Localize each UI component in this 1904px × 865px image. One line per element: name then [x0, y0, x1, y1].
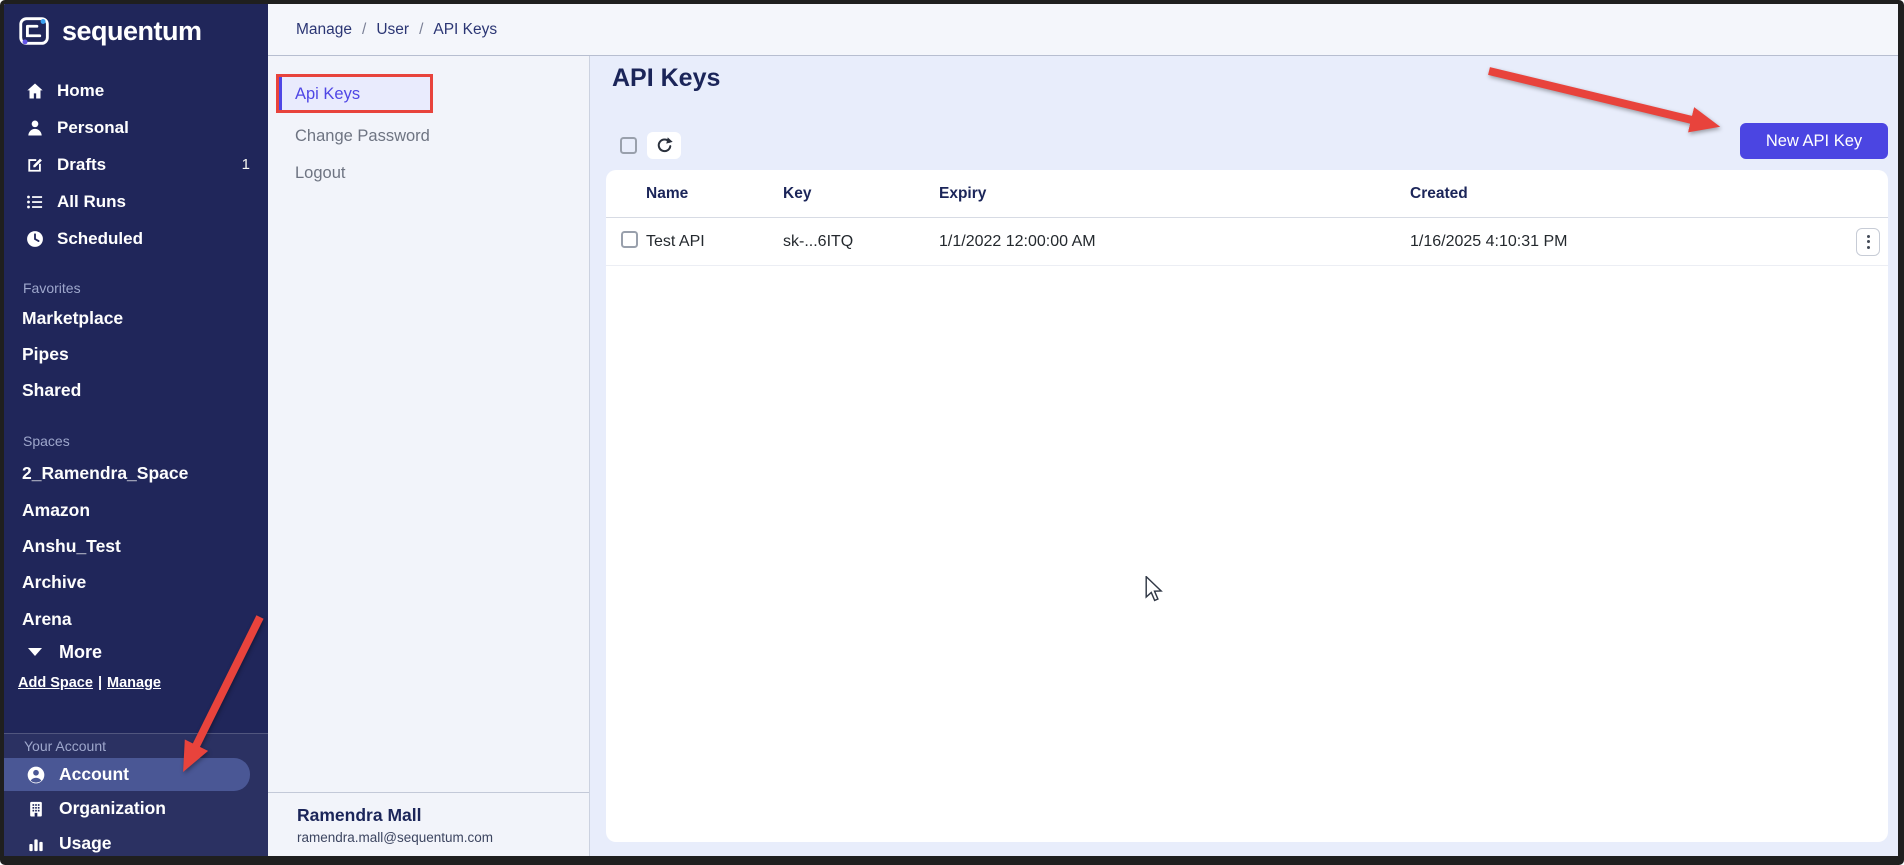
sidebar-item-label: Usage: [59, 833, 112, 854]
breadcrumb-separator: /: [362, 21, 366, 39]
cell-created: 1/16/2025 4:10:31 PM: [1410, 233, 1856, 251]
sidebar-item-drafts[interactable]: Drafts 1: [4, 146, 268, 183]
settings-panel: Api Keys Change Password Logout Ramendra…: [268, 56, 590, 856]
drafts-icon: [25, 155, 45, 175]
sidebar-item-marketplace[interactable]: Marketplace: [4, 300, 268, 336]
app-window: sequentum Home Personal Drafts 1: [4, 4, 1898, 856]
sidebar-item-label: Personal: [57, 118, 129, 138]
space-links: Add Space | Manage: [18, 675, 161, 691]
sidebar-item-pipes[interactable]: Pipes: [4, 336, 268, 372]
spaces-section-label: Spaces: [23, 433, 70, 449]
manage-spaces-link[interactable]: Manage: [107, 675, 161, 691]
column-header-key[interactable]: Key: [783, 185, 939, 203]
menu-item-logout[interactable]: Logout: [278, 155, 518, 191]
sidebar-item-space[interactable]: Anshu_Test: [4, 528, 268, 564]
sidebar-item-label: Drafts: [57, 155, 106, 175]
refresh-button[interactable]: [647, 132, 681, 159]
sidebar-item-label: Account: [59, 764, 129, 785]
link-separator: |: [98, 675, 102, 691]
sidebar-item-space[interactable]: Archive: [4, 564, 268, 600]
person-icon: [25, 118, 45, 138]
sidebar-item-scheduled[interactable]: Scheduled: [4, 220, 268, 257]
cell-name: Test API: [646, 233, 783, 251]
your-account-section: Your Account Account Organization Usage: [4, 733, 268, 856]
sidebar-item-organization[interactable]: Organization: [4, 792, 166, 825]
home-icon: [25, 81, 45, 101]
sidebar-item-label: Scheduled: [57, 229, 143, 249]
your-account-label: Your Account: [24, 738, 106, 754]
page-title: API Keys: [612, 64, 720, 93]
breadcrumb-user[interactable]: User: [376, 21, 409, 39]
clock-icon: [25, 229, 45, 249]
user-email: ramendra.mall@sequentum.com: [297, 830, 589, 845]
chevron-down-icon: [28, 648, 42, 656]
user-name: Ramendra Mall: [297, 805, 589, 826]
column-header-expiry[interactable]: Expiry: [939, 185, 1410, 203]
sidebar-item-space[interactable]: 2_Ramendra_Space: [4, 455, 268, 491]
sidebar-item-home[interactable]: Home: [4, 72, 268, 109]
drafts-count-badge: 1: [242, 156, 250, 173]
screenshot-frame: sequentum Home Personal Drafts 1: [0, 0, 1904, 865]
sidebar-item-space[interactable]: Arena: [4, 601, 268, 637]
sidebar-item-space[interactable]: Amazon: [4, 492, 268, 528]
select-all-checkbox[interactable]: [620, 137, 637, 154]
column-header-name[interactable]: Name: [646, 185, 783, 203]
sidebar-nav: Home Personal Drafts 1 All Runs: [4, 72, 268, 257]
menu-item-api-keys[interactable]: Api Keys: [278, 76, 431, 112]
row-actions-kebab-button[interactable]: [1856, 228, 1880, 256]
logo: sequentum: [16, 12, 202, 50]
sidebar: sequentum Home Personal Drafts 1: [4, 4, 268, 856]
add-space-link[interactable]: Add Space: [18, 675, 93, 691]
sidebar-item-label: Organization: [59, 798, 166, 819]
api-keys-table: Name Key Expiry Created Test API sk-...6…: [606, 170, 1888, 842]
cell-expiry: 1/1/2022 12:00:00 AM: [939, 233, 1410, 251]
sidebar-item-personal[interactable]: Personal: [4, 109, 268, 146]
breadcrumb-api-keys[interactable]: API Keys: [433, 21, 497, 39]
logo-text: sequentum: [62, 16, 202, 47]
row-checkbox[interactable]: [621, 231, 638, 248]
sidebar-item-label: All Runs: [57, 192, 126, 212]
breadcrumb-separator: /: [419, 21, 423, 39]
menu-item-change-password[interactable]: Change Password: [278, 118, 518, 154]
sidebar-more-toggle[interactable]: More: [4, 634, 268, 670]
favorites-section-label: Favorites: [23, 280, 81, 296]
column-header-created[interactable]: Created: [1410, 185, 1856, 203]
row-checkbox-cell: [606, 231, 646, 253]
sidebar-item-usage[interactable]: Usage: [4, 827, 112, 856]
breadcrumb-manage[interactable]: Manage: [296, 21, 352, 39]
main-content: API Keys New API Key Name Key Expiry Cre…: [590, 56, 1898, 856]
sidebar-item-all-runs[interactable]: All Runs: [4, 183, 268, 220]
table-header-row: Name Key Expiry Created: [606, 170, 1888, 218]
breadcrumb: Manage / User / API Keys: [268, 4, 1898, 56]
table-row: Test API sk-...6ITQ 1/1/2022 12:00:00 AM…: [606, 218, 1888, 266]
sidebar-item-label: Home: [57, 81, 104, 101]
list-icon: [25, 192, 45, 212]
bar-chart-icon: [26, 834, 46, 854]
sidebar-item-account[interactable]: Account: [4, 758, 250, 791]
cell-key-link[interactable]: sk-...6ITQ: [783, 233, 939, 251]
sequentum-logo-icon: [16, 12, 54, 50]
user-info: Ramendra Mall ramendra.mall@sequentum.co…: [268, 792, 589, 845]
person-circle-icon: [26, 765, 46, 785]
building-icon: [26, 799, 46, 819]
sidebar-item-shared[interactable]: Shared: [4, 372, 268, 408]
refresh-icon: [655, 136, 674, 155]
more-label: More: [59, 642, 102, 663]
new-api-key-button[interactable]: New API Key: [1740, 123, 1888, 159]
select-all-checkbox-wrap: [620, 137, 637, 159]
